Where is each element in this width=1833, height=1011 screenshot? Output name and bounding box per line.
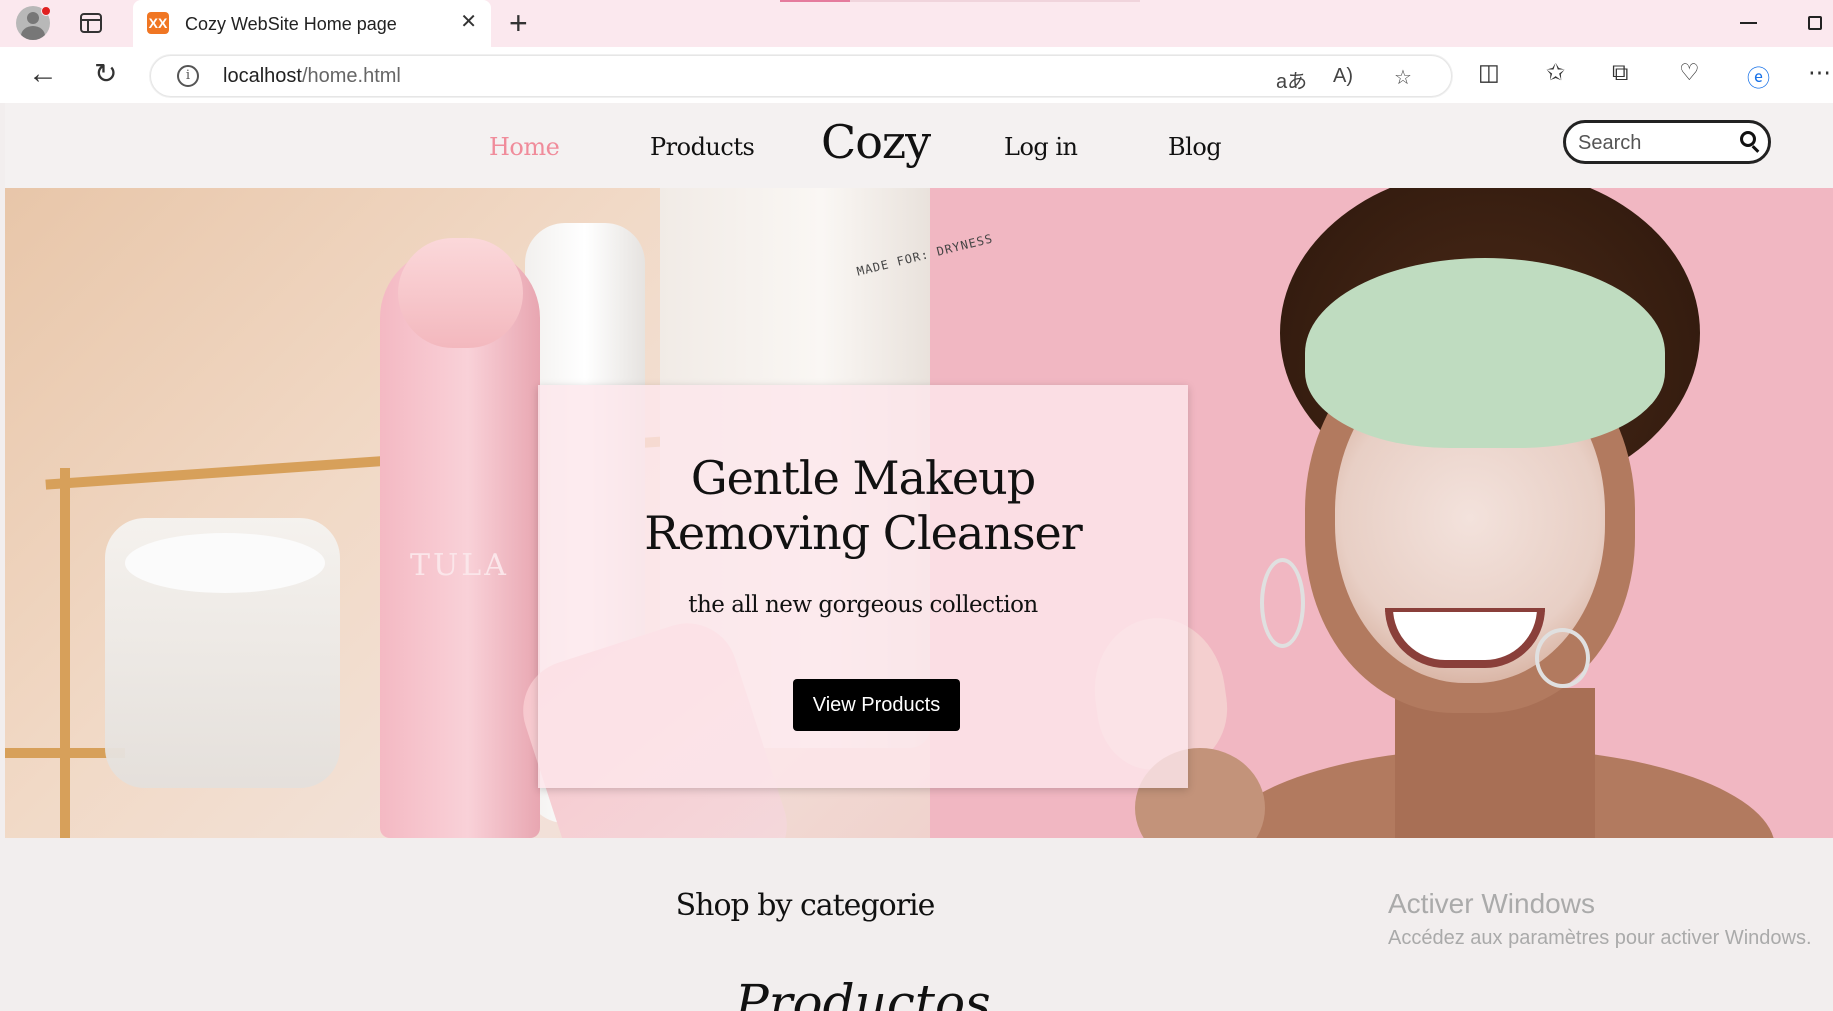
hero-title-line1: Gentle Makeup	[690, 451, 1036, 505]
windows-activation-subtitle: Accédez aux paramètres pour activer Wind…	[1388, 927, 1812, 949]
hero-banner: MADE FOR: DRYNESS TULA Gentle Makeup Rem…	[5, 188, 1833, 838]
site-logo[interactable]: Cozy	[821, 115, 931, 169]
tab-title: Cozy WebSite Home page	[185, 14, 397, 34]
hero-promo-card: Gentle Makeup Removing Cleanser the all …	[538, 385, 1188, 788]
profile-notification-dot	[41, 6, 51, 16]
browser-tab-strip: XX Cozy WebSite Home page ✕ +	[0, 0, 1833, 47]
translate-icon[interactable]: aあ	[1276, 65, 1307, 94]
url-text[interactable]: localhost/home.html	[223, 65, 401, 88]
reload-icon[interactable]: ↻	[94, 59, 117, 89]
new-tab-icon[interactable]: +	[509, 7, 528, 39]
green-headband	[1305, 258, 1665, 448]
nav-blog-link[interactable]: Blog	[1168, 133, 1222, 161]
product-brand-label: TULA	[410, 548, 509, 583]
favorite-star-icon[interactable]: ☆	[1394, 65, 1412, 90]
more-menu-icon[interactable]: ⋯	[1808, 59, 1831, 86]
back-arrow-icon[interactable]: ←	[28, 59, 58, 89]
windows-activation-title: Activer Windows	[1388, 888, 1595, 919]
url-host: localhost	[223, 65, 302, 87]
window-minimize-icon[interactable]	[1740, 22, 1757, 24]
browser-essentials-icon[interactable]: ♡	[1679, 59, 1700, 86]
tab-actions-icon[interactable]	[80, 13, 102, 33]
hero-title-line2: Removing Cleanser	[644, 506, 1083, 560]
collections-icon[interactable]: ⧉	[1612, 59, 1628, 86]
tab-close-icon[interactable]: ✕	[460, 11, 477, 33]
view-products-button[interactable]: View Products	[793, 679, 960, 731]
nav-home-link[interactable]: Home	[489, 133, 560, 161]
edge-extension-icon[interactable]: ⓔ	[1747, 59, 1770, 93]
split-screen-icon[interactable]: ◫	[1478, 59, 1500, 86]
tab-strip-accent-active	[780, 0, 850, 2]
category-script-heading: Productos	[735, 974, 991, 1011]
browser-tab-active[interactable]: XX Cozy WebSite Home page ✕	[133, 0, 491, 47]
site-search	[1563, 120, 1771, 164]
read-aloud-icon[interactable]: A)	[1333, 65, 1353, 88]
window-restore-icon[interactable]	[1808, 16, 1822, 30]
search-input[interactable]	[1578, 129, 1728, 157]
address-bar[interactable]: i localhost/home.html aあ A) ☆	[150, 55, 1452, 97]
favicon-icon: XX	[147, 12, 169, 34]
site-navbar: Home Products Cozy Log in Blog	[5, 103, 1833, 188]
url-path: /home.html	[301, 65, 401, 87]
nav-login-link[interactable]: Log in	[1004, 133, 1078, 161]
site-info-icon[interactable]: i	[177, 65, 199, 87]
hero-title: Gentle Makeup Removing Cleanser	[538, 451, 1188, 561]
webpage: Home Products Cozy Log in Blog MADE FOR:…	[5, 103, 1833, 1011]
hero-subtitle: the all new gorgeous collection	[688, 592, 1038, 618]
section-title: Shop by categorie	[675, 888, 936, 923]
favorites-icon[interactable]: ✩	[1546, 59, 1565, 86]
search-icon[interactable]	[1740, 131, 1756, 147]
nav-products-link[interactable]: Products	[650, 133, 755, 161]
